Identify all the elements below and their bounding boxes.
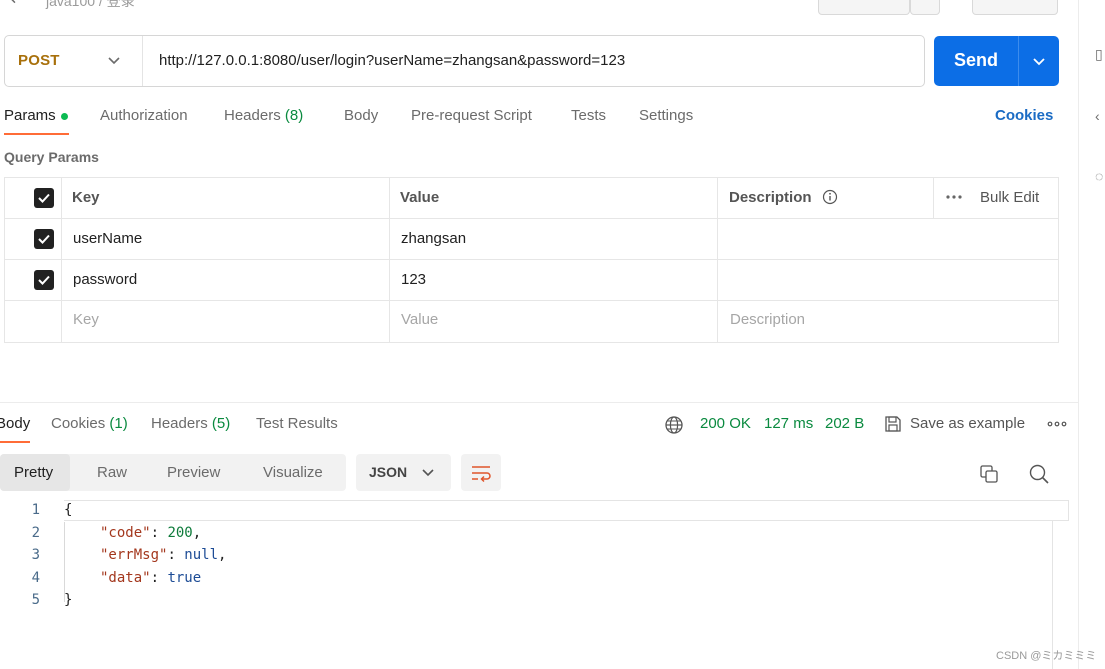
column-header-value: Value	[400, 189, 440, 206]
tab-authorization[interactable]: Authorization	[100, 107, 188, 124]
method-select[interactable]: POST	[18, 52, 60, 69]
param-key-cell[interactable]: password	[73, 271, 137, 288]
tab-response-body[interactable]: Body	[0, 415, 30, 432]
check-icon	[38, 234, 50, 244]
copy-icon[interactable]	[978, 463, 1000, 485]
chevron-left-icon[interactable]: ‹	[1095, 108, 1105, 124]
tab-test-results[interactable]: Test Results	[256, 415, 338, 432]
check-icon	[38, 275, 50, 285]
save-button[interactable]	[818, 0, 910, 15]
save-dropdown-button[interactable]	[910, 0, 940, 15]
indent-guide	[64, 522, 65, 602]
table-divider	[4, 259, 1059, 260]
view-preview[interactable]: Preview	[167, 464, 220, 481]
code-line: "data": true	[100, 570, 202, 586]
view-raw[interactable]: Raw	[97, 464, 127, 481]
breadcrumb: java100 / 登录	[46, 0, 135, 9]
tab-settings[interactable]: Settings	[639, 107, 693, 124]
tab-response-headers[interactable]: Headers (5)	[151, 415, 230, 432]
tab-pre-request-script[interactable]: Pre-request Script	[411, 107, 532, 124]
code-line: "code": 200,	[100, 525, 202, 541]
more-options-icon[interactable]	[945, 190, 963, 204]
check-icon	[38, 193, 50, 203]
params-active-dot	[61, 113, 68, 120]
new-description-input[interactable]: Description	[730, 311, 805, 328]
save-as-example-button[interactable]: Save as example	[910, 415, 1025, 432]
documentation-icon[interactable]: ▯	[1095, 46, 1105, 62]
param-value-cell[interactable]: zhangsan	[401, 230, 466, 247]
edit-comment-toolbar[interactable]	[972, 0, 1058, 15]
line-number: 3	[31, 547, 40, 563]
right-sidebar	[1078, 0, 1105, 669]
tab-tests[interactable]: Tests	[571, 107, 606, 124]
new-key-input[interactable]: Key	[73, 311, 99, 328]
tab-body[interactable]: Body	[344, 107, 378, 124]
divider	[142, 36, 143, 86]
param-key-cell[interactable]: userName	[73, 230, 142, 247]
table-divider	[4, 300, 1059, 301]
back-arrow-icon[interactable]: ⟵	[10, 0, 36, 8]
divider	[1018, 36, 1019, 86]
param-value-cell[interactable]: 123	[401, 271, 426, 288]
column-header-description: Description	[729, 189, 812, 206]
table-divider	[717, 177, 718, 343]
save-icon[interactable]	[883, 414, 903, 434]
tab-response-cookies[interactable]: Cookies (1)	[51, 415, 128, 432]
send-options-chevron-icon[interactable]	[1029, 51, 1049, 71]
search-icon[interactable]	[1028, 463, 1050, 485]
tab-params[interactable]: Params	[4, 107, 56, 124]
wrap-lines-icon	[472, 466, 491, 483]
response-divider	[0, 402, 1078, 403]
editor-active-line-border	[64, 500, 1069, 501]
line-number: 1	[31, 502, 40, 518]
column-header-key: Key	[72, 189, 100, 206]
new-value-input[interactable]: Value	[401, 311, 438, 328]
chevron-down-icon[interactable]	[419, 463, 437, 481]
code-line: "errMsg": null,	[100, 547, 227, 563]
code-line: {	[64, 502, 73, 518]
table-divider	[389, 177, 390, 343]
active-tab-underline	[0, 441, 30, 443]
more-options-icon[interactable]	[1047, 419, 1067, 429]
view-pretty[interactable]: Pretty	[14, 464, 53, 481]
chevron-down-icon[interactable]	[104, 50, 124, 70]
response-time[interactable]: 127 ms	[764, 415, 813, 432]
info-circle-icon[interactable]: ◌	[1095, 168, 1105, 184]
table-divider	[4, 218, 1059, 219]
table-divider	[61, 177, 62, 343]
line-number: 2	[31, 525, 40, 541]
format-select-label[interactable]: JSON	[369, 464, 407, 480]
code-line: }	[64, 592, 73, 608]
active-tab-underline	[4, 133, 69, 135]
status-code[interactable]: 200 OK	[700, 415, 751, 432]
view-visualize[interactable]: Visualize	[263, 464, 323, 481]
url-input[interactable]: http://127.0.0.1:8080/user/login?userNam…	[159, 52, 625, 69]
select-all-checkbox[interactable]	[34, 188, 54, 208]
table-divider	[933, 177, 934, 218]
query-params-table	[4, 177, 1059, 343]
info-icon[interactable]	[822, 189, 838, 205]
editor-active-line-border	[1068, 500, 1069, 521]
send-button-label[interactable]: Send	[934, 50, 1018, 71]
bulk-edit-button[interactable]: Bulk Edit	[980, 189, 1039, 206]
line-number: 4	[31, 570, 40, 586]
cookies-link[interactable]: Cookies	[995, 107, 1053, 124]
row-checkbox[interactable]	[34, 229, 54, 249]
tab-headers[interactable]: Headers (8)	[224, 107, 303, 124]
globe-icon[interactable]	[664, 415, 684, 435]
query-params-title: Query Params	[4, 149, 99, 165]
watermark: CSDN @ミカミミミ	[996, 650, 1097, 662]
response-size[interactable]: 202 B	[825, 415, 864, 432]
editor-active-line-border	[64, 520, 1069, 521]
line-number: 5	[31, 592, 40, 608]
row-checkbox[interactable]	[34, 270, 54, 290]
